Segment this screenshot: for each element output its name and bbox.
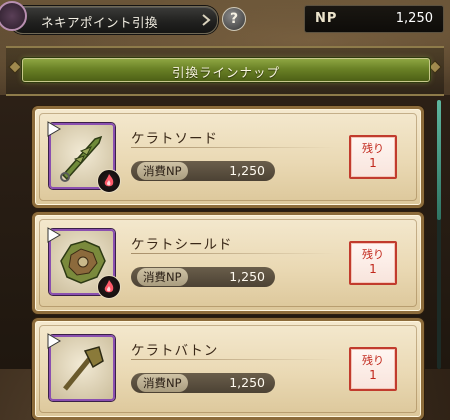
list-item-baton[interactable]: ケラトバトン 消費NP 1,250 残り 1 [32, 318, 424, 420]
scrollbar-thumb[interactable] [437, 100, 441, 220]
play-flag-icon [47, 121, 61, 137]
remaining-badge: 残り 1 [349, 347, 397, 391]
cost-pill: 消費NP 1,250 [131, 373, 275, 393]
np-value: 1,250 [395, 11, 433, 26]
list-item-sword[interactable]: ケラトソード 消費NP 1,250 残り 1 [32, 106, 424, 208]
np-balance: NP 1,250 [304, 5, 444, 33]
chevron-right-icon [202, 14, 211, 26]
play-flag-icon [47, 333, 61, 349]
cost-value: 1,250 [229, 163, 265, 178]
cost-label: 消費NP [137, 268, 188, 286]
emblem-icon [0, 1, 27, 31]
play-flag-icon [47, 227, 61, 243]
remain-label: 残り [362, 248, 384, 261]
remaining-badge: 残り 1 [349, 135, 397, 179]
help-button[interactable]: ? [222, 7, 246, 31]
ornament-right-icon [428, 60, 442, 74]
cost-value: 1,250 [229, 269, 265, 284]
remain-count: 1 [369, 156, 377, 170]
remaining-badge: 残り 1 [349, 241, 397, 285]
cost-label: 消費NP [137, 374, 188, 392]
page-title: ネキアポイント引換 [41, 15, 159, 30]
item-name: ケラトシールド [131, 237, 233, 253]
section-title: 引換ラインナップ [171, 65, 280, 80]
ornament-left-icon [8, 60, 22, 74]
cost-value: 1,250 [229, 375, 265, 390]
fire-element-icon [97, 275, 121, 299]
remain-label: 残り [362, 142, 384, 155]
item-name: ケラトソード [131, 131, 218, 147]
question-icon: ? [229, 11, 239, 27]
list-item-shield[interactable]: ケラトシールド 消費NP 1,250 残り 1 [32, 212, 424, 314]
remain-label: 残り [362, 354, 384, 367]
fire-element-icon [97, 169, 121, 193]
lineup-header: 引換ラインナップ [22, 58, 430, 82]
remain-count: 1 [369, 368, 377, 382]
item-name: ケラトバトン [131, 343, 219, 359]
remain-count: 1 [369, 262, 377, 276]
exchange-title-button[interactable]: ネキアポイント引換 [0, 1, 218, 34]
cost-pill: 消費NP 1,250 [131, 267, 275, 287]
cost-label: 消費NP [137, 162, 188, 180]
cost-pill: 消費NP 1,250 [131, 161, 275, 181]
np-label: NP [315, 11, 338, 26]
